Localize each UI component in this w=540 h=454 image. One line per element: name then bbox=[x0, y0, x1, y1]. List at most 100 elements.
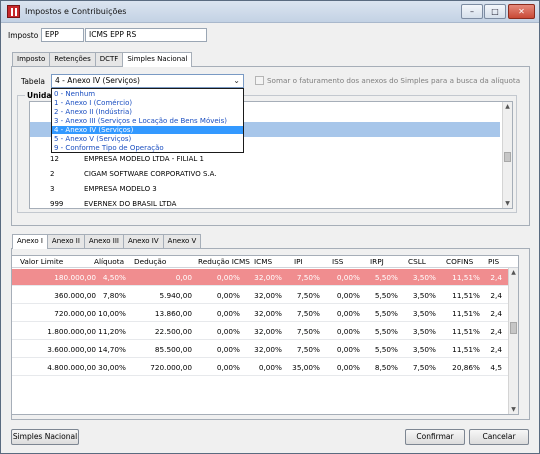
table-row[interactable]: 4.800.000,00 30,00% 720.000,00 0,00% 0,0… bbox=[12, 359, 518, 376]
cell-iss[interactable]: 0,00% bbox=[337, 269, 360, 286]
cell-icms[interactable]: 32,00% bbox=[254, 305, 282, 322]
cell-aliquota[interactable]: 14,70% bbox=[98, 341, 126, 358]
tab-retencoes[interactable]: Retenções bbox=[49, 52, 96, 66]
cell-reducao-icms[interactable]: 0,00% bbox=[217, 305, 240, 322]
tab-anexo-v[interactable]: Anexo V bbox=[162, 234, 202, 248]
cell-pis[interactable]: 2,4 bbox=[490, 323, 502, 340]
tab-simples-nacional[interactable]: Simples Nacional bbox=[122, 52, 193, 67]
list-item[interactable]: 12 EMPRESA MODELO LTDA - FILIAL 1 bbox=[30, 152, 500, 167]
simples-nacional-button[interactable]: Simples Nacional bbox=[11, 429, 79, 445]
list-item[interactable]: 999 EVERNEX DO BRASIL LTDA bbox=[30, 197, 500, 208]
tab-anexo-i[interactable]: Anexo I bbox=[12, 234, 48, 249]
cell-aliquota[interactable]: 11,20% bbox=[98, 323, 126, 340]
tab-anexo-iv[interactable]: Anexo IV bbox=[122, 234, 164, 248]
column-header[interactable]: ISS bbox=[332, 256, 343, 268]
cell-irpj[interactable]: 5,50% bbox=[375, 287, 398, 304]
cell-reducao-icms[interactable]: 0,00% bbox=[217, 359, 240, 376]
cell-deducao[interactable]: 5.940,00 bbox=[160, 287, 193, 304]
minimize-button[interactable]: – bbox=[461, 4, 483, 19]
scroll-down-icon[interactable]: ▼ bbox=[503, 200, 512, 207]
tabela-option[interactable]: 0 - Nenhum bbox=[52, 90, 243, 98]
cell-deducao[interactable]: 13.860,00 bbox=[155, 305, 192, 322]
column-header[interactable]: Redução ICMS bbox=[198, 256, 250, 268]
cell-irpj[interactable]: 5,50% bbox=[375, 305, 398, 322]
tabela-option[interactable]: 3 - Anexo III (Serviços e Locação de Ben… bbox=[52, 117, 243, 125]
table-row[interactable]: 1.800.000,00 11,20% 22.500,00 0,00% 32,0… bbox=[12, 323, 518, 340]
confirmar-button[interactable]: Confirmar bbox=[405, 429, 465, 445]
cell-aliquota[interactable]: 30,00% bbox=[98, 359, 126, 376]
table-row[interactable]: 3.600.000,00 14,70% 85.500,00 0,00% 32,0… bbox=[12, 341, 518, 358]
cell-cofins[interactable]: 11,51% bbox=[452, 269, 480, 286]
column-header[interactable]: Alíquota bbox=[94, 256, 124, 268]
column-header[interactable]: IRPJ bbox=[370, 256, 384, 268]
cell-pis[interactable]: 2,4 bbox=[490, 341, 502, 358]
cell-csll[interactable]: 7,50% bbox=[413, 359, 436, 376]
cell-icms[interactable]: 0,00% bbox=[259, 359, 282, 376]
cell-irpj[interactable]: 8,50% bbox=[375, 359, 398, 376]
somar-checkbox[interactable] bbox=[255, 76, 264, 85]
cell-valor-limite[interactable]: 720.000,00 bbox=[54, 305, 96, 322]
imposto-code-field[interactable]: EPP bbox=[41, 28, 84, 42]
cell-pis[interactable]: 4,5 bbox=[490, 359, 502, 376]
tabela-option[interactable]: 9 - Conforme Tipo de Operação bbox=[52, 144, 243, 152]
cell-valor-limite[interactable]: 1.800.000,00 bbox=[47, 323, 96, 340]
cell-csll[interactable]: 3,50% bbox=[413, 323, 436, 340]
tabela-dropdown-list[interactable]: 0 - Nenhum 1 - Anexo I (Comércio) 2 - An… bbox=[51, 88, 244, 153]
cell-deducao[interactable]: 0,00 bbox=[176, 269, 192, 286]
cell-aliquota[interactable]: 7,80% bbox=[103, 287, 126, 304]
cell-pis[interactable]: 2,4 bbox=[490, 269, 502, 286]
cell-pis[interactable]: 2,4 bbox=[490, 305, 502, 322]
tabela-option[interactable]: 5 - Anexo V (Serviços) bbox=[52, 135, 243, 143]
cell-ipi[interactable]: 7,50% bbox=[297, 287, 320, 304]
cell-deducao[interactable]: 85.500,00 bbox=[155, 341, 192, 358]
cell-deducao[interactable]: 720.000,00 bbox=[150, 359, 192, 376]
cell-pis[interactable]: 2,4 bbox=[490, 287, 502, 304]
cell-reducao-icms[interactable]: 0,00% bbox=[217, 323, 240, 340]
cell-ipi[interactable]: 7,50% bbox=[297, 269, 320, 286]
table-row[interactable]: 720.000,00 10,00% 13.860,00 0,00% 32,00%… bbox=[12, 305, 518, 322]
cell-irpj[interactable]: 5,50% bbox=[375, 323, 398, 340]
table-row[interactable]: 360.000,00 7,80% 5.940,00 0,00% 32,00% 7… bbox=[12, 287, 518, 304]
cell-iss[interactable]: 0,00% bbox=[337, 323, 360, 340]
cell-reducao-icms[interactable]: 0,00% bbox=[217, 269, 240, 286]
list-item[interactable]: 3 EMPRESA MODELO 3 bbox=[30, 182, 500, 197]
scroll-thumb[interactable] bbox=[510, 322, 517, 334]
cell-icms[interactable]: 32,00% bbox=[254, 323, 282, 340]
tabela-option-selected[interactable]: 4 - Anexo IV (Serviços) bbox=[52, 126, 243, 134]
cell-iss[interactable]: 0,00% bbox=[337, 287, 360, 304]
grid-scrollbar[interactable]: ▲ ▼ bbox=[508, 268, 518, 414]
column-header[interactable]: CSLL bbox=[408, 256, 426, 268]
scroll-up-icon[interactable]: ▲ bbox=[509, 269, 518, 276]
cell-deducao[interactable]: 22.500,00 bbox=[155, 323, 192, 340]
imposto-description-field[interactable]: ICMS EPP RS bbox=[85, 28, 207, 42]
cell-cofins[interactable]: 11,51% bbox=[452, 305, 480, 322]
cell-aliquota[interactable]: 10,00% bbox=[98, 305, 126, 322]
cell-iss[interactable]: 0,00% bbox=[337, 341, 360, 358]
cell-iss[interactable]: 0,00% bbox=[337, 305, 360, 322]
cell-valor-limite[interactable]: 180.000,00 bbox=[54, 269, 96, 286]
maximize-button[interactable]: □ bbox=[484, 4, 506, 19]
column-header[interactable]: ICMS bbox=[254, 256, 272, 268]
cell-csll[interactable]: 3,50% bbox=[413, 341, 436, 358]
column-header[interactable]: Valor Limite bbox=[20, 256, 63, 268]
cell-cofins[interactable]: 20,86% bbox=[452, 359, 480, 376]
tab-anexo-iii[interactable]: Anexo III bbox=[83, 234, 124, 248]
cell-valor-limite[interactable]: 3.600.000,00 bbox=[47, 341, 96, 358]
tab-anexo-ii[interactable]: Anexo II bbox=[46, 234, 85, 248]
cell-csll[interactable]: 3,50% bbox=[413, 305, 436, 322]
cell-ipi[interactable]: 7,50% bbox=[297, 323, 320, 340]
cell-ipi[interactable]: 35,00% bbox=[292, 359, 320, 376]
tabela-select[interactable]: 4 - Anexo IV (Serviços) ⌄ bbox=[51, 74, 244, 88]
tab-imposto[interactable]: Imposto bbox=[12, 52, 51, 66]
column-header[interactable]: Dedução bbox=[134, 256, 166, 268]
cell-ipi[interactable]: 7,50% bbox=[297, 341, 320, 358]
column-header[interactable]: IPI bbox=[294, 256, 303, 268]
cell-aliquota[interactable]: 4,50% bbox=[103, 269, 126, 286]
chevron-down-icon[interactable]: ⌄ bbox=[233, 75, 240, 87]
cell-cofins[interactable]: 11,51% bbox=[452, 287, 480, 304]
tabela-option[interactable]: 2 - Anexo II (Indústria) bbox=[52, 108, 243, 116]
cell-icms[interactable]: 32,00% bbox=[254, 287, 282, 304]
list-item[interactable]: 2 CIGAM SOFTWARE CORPORATIVO S.A. bbox=[30, 167, 500, 182]
column-header[interactable]: COFINS bbox=[446, 256, 473, 268]
cancelar-button[interactable]: Cancelar bbox=[469, 429, 529, 445]
